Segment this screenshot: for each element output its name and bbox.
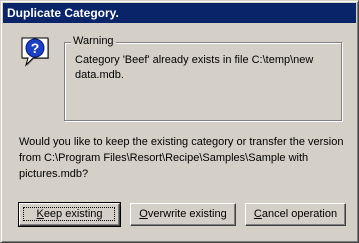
overwrite-label: verwrite existing — [147, 208, 227, 220]
overwrite-existing-button[interactable]: Overwrite existing — [130, 203, 236, 226]
cancel-operation-button[interactable]: Cancel operation — [245, 203, 346, 226]
window-title: Duplicate Category. — [7, 6, 119, 20]
question-icon: ? — [19, 35, 51, 67]
keep-accel: K — [36, 208, 44, 220]
question-text: Would you like to keep the existing cate… — [19, 136, 344, 180]
warning-group-label: Warning — [71, 35, 116, 47]
warning-groupbox: Warning Category 'Beef' already exists i… — [64, 35, 342, 121]
keep-existing-button[interactable]: Keep existing — [18, 202, 121, 227]
overwrite-accel: O — [139, 208, 148, 220]
duplicate-category-dialog: Duplicate Category. ? Warning Category '… — [0, 0, 359, 243]
keep-label: eep existing — [43, 208, 103, 220]
cancel-label: ancel operation — [261, 208, 338, 220]
warning-message: Category 'Beef' already exists in file C… — [75, 54, 314, 81]
title-bar[interactable]: Duplicate Category. — [3, 3, 356, 23]
svg-text:?: ? — [31, 40, 40, 56]
cancel-accel: C — [253, 208, 262, 220]
